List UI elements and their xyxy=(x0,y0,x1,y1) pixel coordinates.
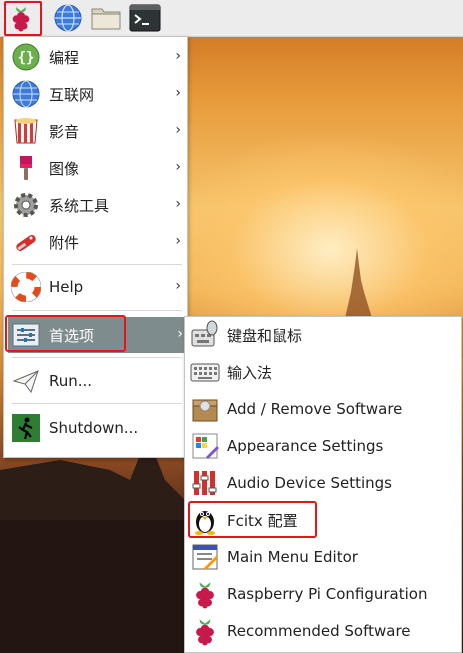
menu-item-help[interactable]: Help › xyxy=(4,269,187,305)
submenu-arrow-icon: › xyxy=(175,233,181,249)
submenu-item-label: Raspberry Pi Configuration xyxy=(227,585,428,603)
preferences-highlight xyxy=(5,315,126,352)
menu-item-label: Run... xyxy=(49,372,93,390)
submenu-item-audio-device-settings[interactable]: Audio Device Settings xyxy=(185,465,461,501)
keyboard-mouse-icon xyxy=(190,320,220,350)
submenu-item-main-menu-editor[interactable]: Main Menu Editor xyxy=(185,539,461,575)
raspberry-icon xyxy=(12,7,30,32)
menu-separator xyxy=(12,357,182,358)
submenu-item-label: Recommended Software xyxy=(227,622,411,640)
menu-item-label: Shutdown... xyxy=(49,419,139,437)
menu-item-label: 图像 xyxy=(49,159,80,178)
audio-mixer-icon xyxy=(190,468,220,498)
fcitx-highlight xyxy=(188,501,317,538)
accessories-icon xyxy=(11,227,41,257)
menu-item-internet[interactable]: 互联网 › xyxy=(4,76,187,112)
menu-item-shutdown[interactable]: Shutdown... xyxy=(4,410,187,446)
menu-item-graphics[interactable]: 图像 › xyxy=(4,150,187,186)
file-manager-launcher[interactable] xyxy=(90,2,122,34)
paint-icon xyxy=(11,153,41,183)
submenu-item-label: Audio Device Settings xyxy=(227,474,392,492)
globe-icon xyxy=(54,4,82,32)
menu-separator xyxy=(12,264,182,265)
menu-item-label: 系统工具 xyxy=(49,196,110,215)
menu-item-media[interactable]: 影音 › xyxy=(4,113,187,149)
globe-icon xyxy=(11,79,41,109)
lifebuoy-icon xyxy=(11,272,41,302)
folder-icon xyxy=(91,8,121,30)
top-panel xyxy=(0,0,463,37)
browser-launcher[interactable] xyxy=(52,2,84,34)
media-icon xyxy=(11,116,41,146)
menu-item-run[interactable]: Run... xyxy=(4,363,187,399)
submenu-arrow-icon: › xyxy=(175,85,181,101)
submenu-item-raspberry-pi-configuration[interactable]: Raspberry Pi Configuration xyxy=(185,576,461,612)
paper-plane-icon xyxy=(11,366,41,396)
gear-icon xyxy=(11,190,41,220)
main-menu: {} 编程 › 互联网 › 影音 › 图像 › 系统工具 › 附件 › Help… xyxy=(3,36,188,458)
menu-separator xyxy=(12,403,182,404)
submenu-arrow-icon: › xyxy=(175,122,181,138)
menu-item-label: 影音 xyxy=(49,122,80,141)
menu-item-accessories[interactable]: 附件 › xyxy=(4,224,187,260)
submenu-item-label: Add / Remove Software xyxy=(227,400,403,418)
menu-item-system-tools[interactable]: 系统工具 › xyxy=(4,187,187,223)
raspberry-icon xyxy=(190,616,220,646)
submenu-item-appearance-settings[interactable]: Appearance Settings xyxy=(185,428,461,464)
submenu-item-keyboard-mouse[interactable]: 键盘和鼠标 xyxy=(185,317,461,353)
menu-item-programming[interactable]: {} 编程 › xyxy=(4,39,187,75)
menu-item-label: Help xyxy=(49,278,84,296)
submenu-arrow-icon: › xyxy=(175,278,181,294)
menu-item-label: 编程 xyxy=(49,48,80,67)
menu-separator xyxy=(12,310,182,311)
terminal-launcher[interactable] xyxy=(129,2,161,34)
menu-item-label: 互联网 xyxy=(49,85,95,104)
programming-icon: {} xyxy=(11,42,41,72)
terminal-icon xyxy=(129,4,161,32)
submenu-item-add-remove-software[interactable]: Add / Remove Software xyxy=(185,391,461,427)
package-icon xyxy=(190,394,220,424)
appearance-icon xyxy=(190,431,220,461)
submenu-arrow-icon: › xyxy=(175,159,181,175)
submenu-item-label: 键盘和鼠标 xyxy=(227,326,303,345)
raspberry-icon xyxy=(190,579,220,609)
exit-icon xyxy=(11,413,41,443)
submenu-item-label: 输入法 xyxy=(227,363,273,382)
keyboard-icon xyxy=(190,357,220,387)
preferences-submenu: 键盘和鼠标 输入法 Add / Remove Software Appearan… xyxy=(184,316,462,653)
svg-text:{}: {} xyxy=(18,50,35,66)
menu-editor-icon xyxy=(190,542,220,572)
submenu-arrow-icon: › xyxy=(177,326,183,342)
submenu-arrow-icon: › xyxy=(175,196,181,212)
submenu-arrow-icon: › xyxy=(175,48,181,64)
menu-item-label: 附件 xyxy=(49,233,80,252)
submenu-item-input-method[interactable]: 输入法 xyxy=(185,354,461,390)
submenu-item-label: Appearance Settings xyxy=(227,437,384,455)
submenu-item-label: Main Menu Editor xyxy=(227,548,358,566)
submenu-item-recommended-software[interactable]: Recommended Software xyxy=(185,613,461,649)
raspberry-menu-button[interactable] xyxy=(4,2,38,34)
